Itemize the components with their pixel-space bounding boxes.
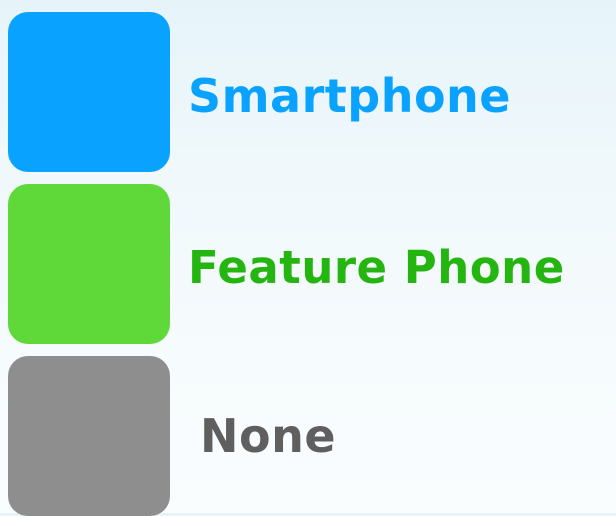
legend-swatch-smartphone [8, 12, 170, 172]
legend-item-feature-phone: Feature Phone [8, 184, 616, 344]
legend-label-smartphone: Smartphone [188, 69, 512, 123]
legend-item-smartphone: Smartphone [8, 12, 616, 172]
legend-item-none: None [8, 356, 616, 516]
chart-legend: Smartphone Feature Phone None [0, 0, 616, 516]
legend-swatch-none [8, 356, 170, 516]
legend-label-none: None [200, 409, 337, 463]
legend-swatch-feature-phone [8, 184, 170, 344]
legend-label-feature-phone: Feature Phone [188, 241, 565, 294]
